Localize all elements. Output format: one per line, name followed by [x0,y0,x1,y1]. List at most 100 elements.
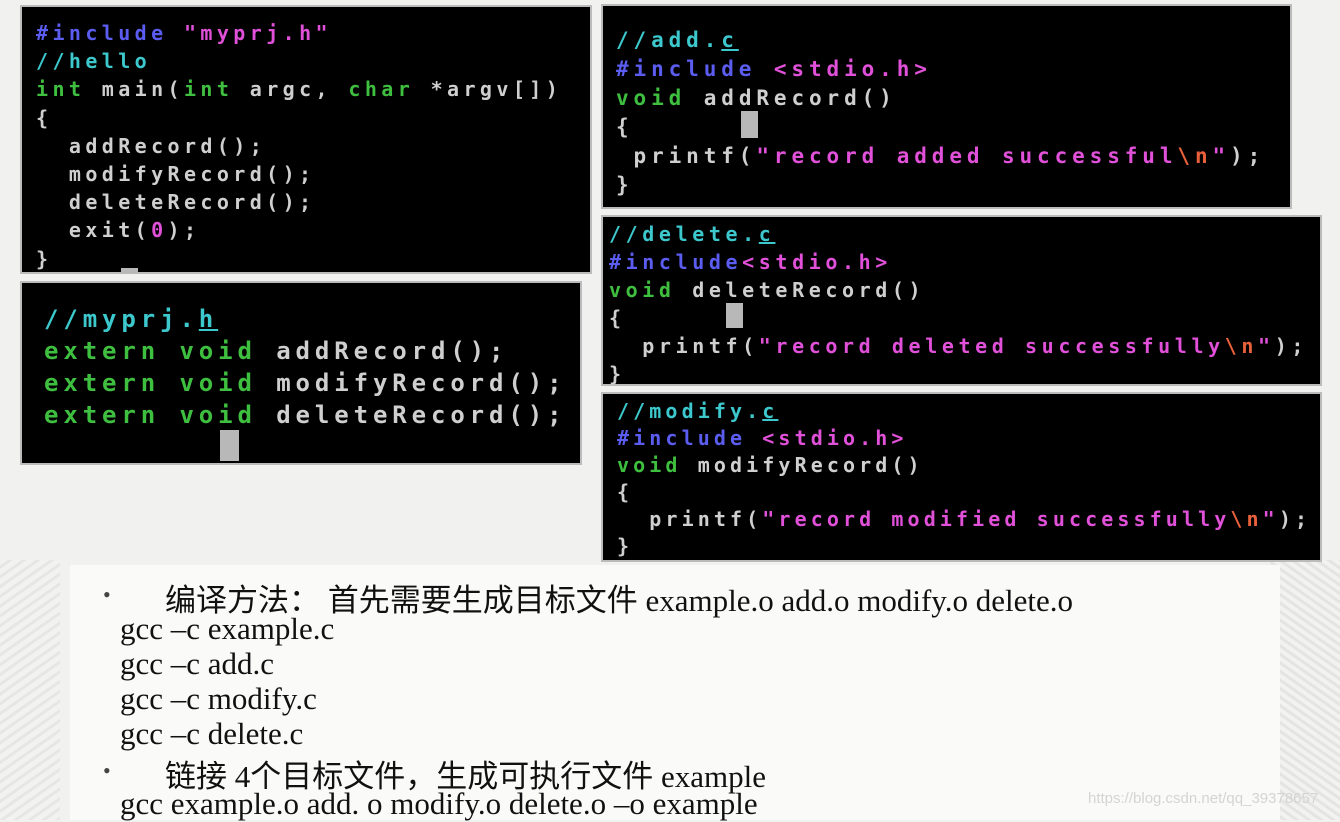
code-line: #include<stdio.h> [609,248,1320,276]
code-token: modifyRecord(); [36,162,316,187]
code-token: 0 [151,218,168,243]
cursor [726,303,743,328]
code-token: c [762,399,779,423]
code-token: extern void [44,401,257,429]
code-token: int [36,77,86,102]
code-line: deleteRecord(); [36,188,590,216]
command-line: gcc –c delete.c [120,716,304,751]
code-line: #include <stdio.h> [616,55,1290,84]
code-line: { [617,479,1320,506]
code-token: int [183,77,234,102]
code-line: modifyRecord(); [36,160,590,188]
code-token: { [609,306,626,330]
slide-texture-right [1270,560,1340,820]
cursor [220,430,239,461]
code-token: { [617,480,634,504]
code-line: exit(0); [36,216,590,244]
code-token: addRecord(); [36,133,267,158]
code-token: "myprj.h" [183,21,332,45]
code-line: { [36,104,590,132]
code-token: #include [617,426,763,450]
code-panel-modify-c: //modify.c #include <stdio.h> void modifyR… [601,392,1322,562]
code-line: } [36,245,590,273]
code-token: ); [1274,334,1308,358]
code-token: <stdio.h> [762,426,908,450]
watermark: https://blog.csdn.net/qq_39378657 [1088,790,1319,807]
code-token: h [198,305,219,333]
cursor [741,111,758,138]
code-token: c [721,28,739,52]
code-token: } [617,534,634,558]
code-line: void modifyRecord() [617,452,1320,479]
code-line: printf("record deleted successfully\n"); [609,332,1320,360]
code-token: printf( [616,144,757,168]
code-panel-delete-c: //delete.c #include<stdio.h> void deleteRe… [601,215,1322,386]
code-token: { [616,115,634,139]
code-token: } [616,173,634,197]
code-token: char [348,77,415,102]
command-line: gcc –c modify.c [120,681,317,716]
code-token: //myprj. [44,305,199,333]
bullet-marker: • [103,758,111,783]
code-line: #include "myprj.h" [36,19,590,47]
code-token: ); [1278,507,1312,531]
code-line: #include <stdio.h> [617,425,1320,452]
code-token: printf( [609,334,759,358]
command-line: gcc –c example.c [120,611,335,646]
command-line: gcc –c add.c [120,646,275,681]
code-token: extern void [44,337,257,365]
code-token: //add. [616,28,722,52]
code-line: //modify.c [617,398,1320,425]
code-token: <stdio.h> [742,250,892,274]
code-panel-myprj-h: //myprj.h extern void addRecord(); extern … [20,281,582,465]
code-line: //delete.c [609,220,1320,248]
code-token: " [1262,507,1279,531]
code-panel-add-c: //add.c #include <stdio.h> void addRecord(… [601,4,1292,209]
code-token: c [758,222,776,246]
code-token: //delete. [609,222,759,246]
code-token: \n [1224,334,1259,358]
code-token: #include [616,57,774,81]
code-token: deleteRecord(); [36,190,316,215]
code-line: int main(int argc, char *argv[]) [36,75,590,103]
code-token: //modify. [617,399,763,423]
code-line: } [617,533,1320,560]
code-token: "record deleted successfully [758,334,1225,358]
code-token: #include [36,21,184,45]
code-line: { [609,304,1320,332]
code-token: ); [1230,144,1266,168]
code-line: extern void deleteRecord(); [44,399,580,431]
code-line: //hello [36,47,590,75]
code-token: *argv[]) [414,77,563,102]
code-line: extern void modifyRecord(); [44,367,580,399]
code-line: printf("record modified successfully\n")… [617,506,1320,533]
bullet-marker: • [103,582,111,607]
code-token: void [616,86,687,110]
code-line: addRecord(); [36,132,590,160]
code-line: extern void addRecord(); [44,335,580,367]
code-panel-example-c: #include "myprj.h"//hello int main(int ar… [20,5,592,274]
code-token: modifyRecord() [681,453,924,477]
code-token: \n [1177,144,1213,168]
code-token: "record added successful [756,144,1178,168]
code-token: ); [167,218,201,243]
code-line: //add.c [616,26,1290,55]
code-token: { [36,105,53,130]
code-token: addRecord() [686,86,897,110]
code-token: <stdio.h> [773,57,932,81]
code-token: \n [1230,507,1263,531]
code-token: "record modified successfully [762,507,1231,531]
code-token: main( [85,77,184,102]
code-token: deleteRecord(); [256,401,567,429]
code-token: } [36,246,53,271]
code-token: exit( [36,218,152,243]
code-line: printf("record added successful\n"); [616,142,1290,171]
code-token: printf( [617,507,763,531]
code-line: { [616,113,1290,142]
code-token: argc, [233,77,349,102]
code-token: void [617,453,682,477]
code-token: } [609,362,626,386]
slide-texture-left [0,560,60,820]
code-token: extern void [44,369,257,397]
code-line: //myprj.h [44,303,580,335]
